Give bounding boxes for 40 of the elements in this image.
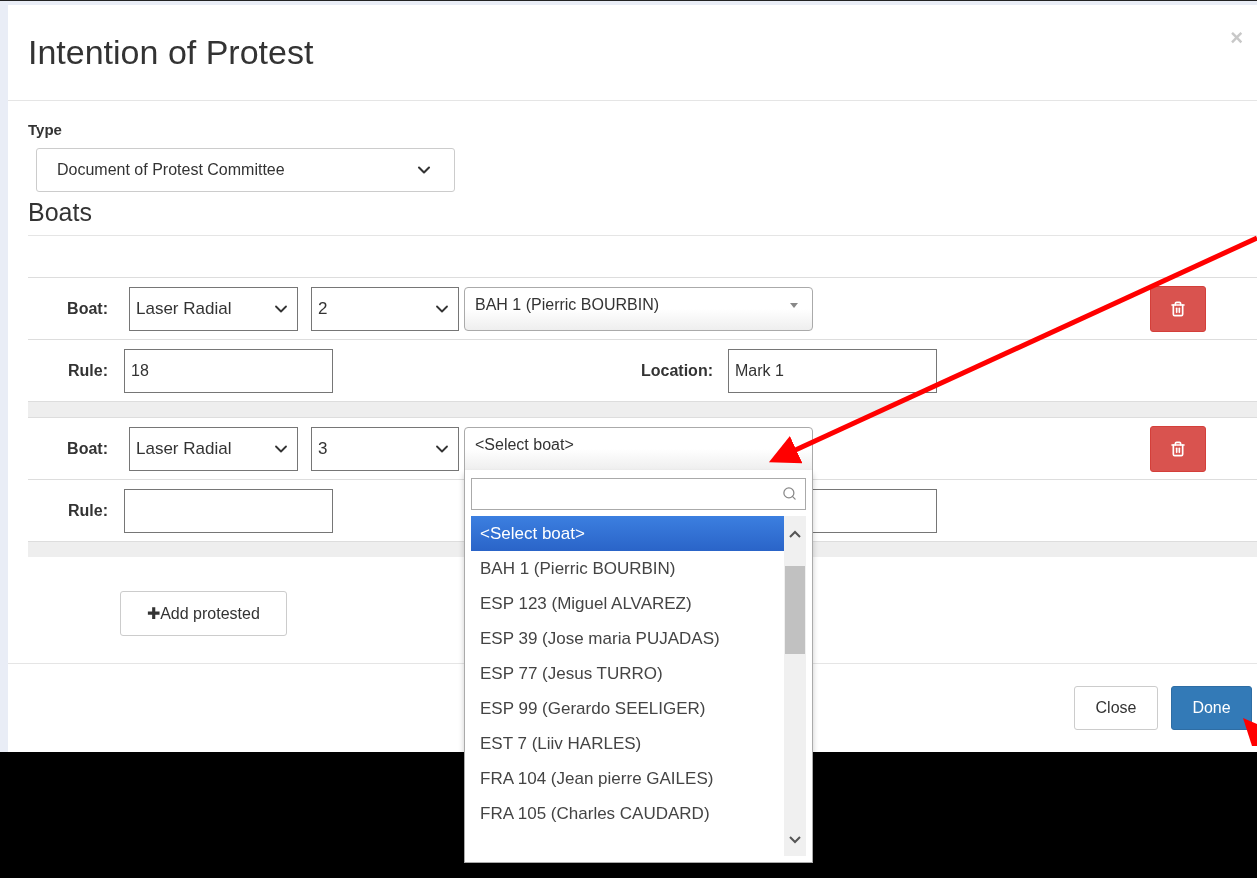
dropdown-option[interactable]: BAH 1 (Pierric BOURBIN) xyxy=(471,550,784,586)
dropdown-option[interactable]: <Select boat> xyxy=(471,515,784,551)
dropdown-option[interactable]: EST 7 (Liiv HARLES) xyxy=(471,725,784,761)
add-button[interactable]: ✚Add protested xyxy=(120,591,287,636)
caret-icon xyxy=(790,302,798,308)
field-label: Boat: xyxy=(66,299,108,318)
dropdown-option[interactable]: ESP 99 (Gerardo SEELIGER) xyxy=(471,690,784,726)
delete-button[interactable] xyxy=(1150,285,1206,332)
dropdown-field[interactable]: 3 xyxy=(311,426,459,471)
dropdown-option[interactable]: ESP 77 (Jesus TURRO) xyxy=(471,655,784,691)
scrollbar[interactable] xyxy=(784,515,806,856)
field-label: Type xyxy=(28,121,63,138)
type-select[interactable]: Document of Protest Committee xyxy=(36,148,455,192)
close-button[interactable]: Close xyxy=(1074,686,1158,730)
chevron-up-icon xyxy=(789,529,801,538)
done-button[interactable]: Done xyxy=(1171,686,1252,730)
input-field[interactable] xyxy=(124,488,333,533)
dialog-title: Intention of Protest xyxy=(28,33,314,72)
annotation-arrow xyxy=(1243,718,1257,746)
field-label: Location: xyxy=(640,361,713,380)
dropdown-field[interactable]: Laser Radial xyxy=(129,426,298,471)
input-field[interactable]: 18 xyxy=(124,348,333,393)
trash-icon xyxy=(1170,440,1186,457)
dropdown-field[interactable]: 2 xyxy=(311,286,459,331)
chevron-down-icon xyxy=(789,835,801,844)
field-label: Rule: xyxy=(67,361,108,380)
section-heading: Boats xyxy=(28,198,1257,236)
search-field[interactable] xyxy=(471,477,806,510)
input-field[interactable]: Mark 1 xyxy=(728,348,937,393)
trash-icon xyxy=(1170,300,1186,317)
delete-button[interactable] xyxy=(1150,425,1206,472)
field-label: Boat: xyxy=(66,439,108,458)
dropdown-option[interactable]: ESP 123 (Miguel ALVAREZ) xyxy=(471,585,784,621)
dropdown-option[interactable]: FRA 104 (Jean pierre GAILES) xyxy=(471,760,784,796)
search-icon xyxy=(782,486,797,501)
boat-select[interactable]: BAH 1 (Pierric BOURBIN) xyxy=(464,286,813,331)
field-label: Rule: xyxy=(67,501,108,520)
dropdown-option[interactable]: FRA 105 (Charles CAUDARD) xyxy=(471,795,784,831)
dropdown-field[interactable]: Laser Radial xyxy=(129,286,298,331)
dropdown-option[interactable]: ESP 39 (Jose maria PUJADAS) xyxy=(471,620,784,656)
